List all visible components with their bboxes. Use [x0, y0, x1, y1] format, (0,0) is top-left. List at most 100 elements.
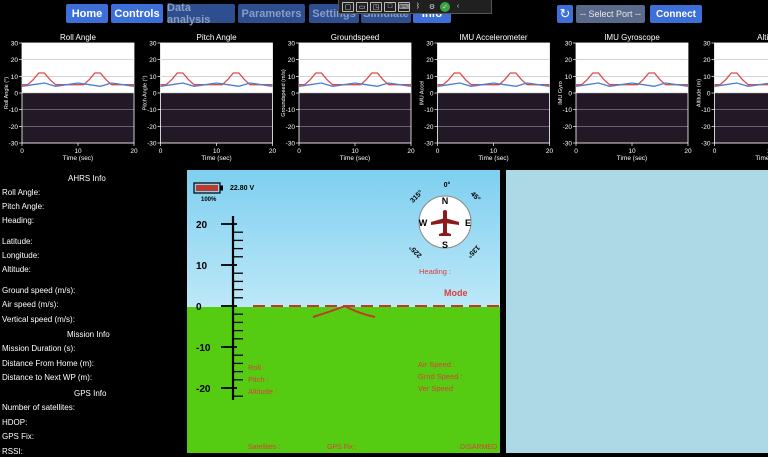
map-panel[interactable] — [506, 170, 768, 453]
y-tick-label: -30 — [147, 141, 157, 148]
y-tick-label: 30 — [426, 41, 434, 48]
y-axis-label: Groundspeed (m/s) — [281, 69, 287, 117]
x-axis-label: Time (sec) — [755, 155, 768, 162]
y-tick-label: 0 — [14, 91, 18, 98]
y-tick-label: -20 — [9, 124, 19, 131]
heading-label: Heading: — [2, 216, 35, 225]
y-tick-label: 10 — [703, 74, 711, 81]
rssi-label: RSSI: — [2, 447, 23, 456]
y-tick-label: 20 — [565, 57, 573, 64]
distance-wp-label: Distance to Next WP (m): — [2, 373, 93, 382]
gear-icon[interactable]: ⚙ — [426, 2, 438, 12]
data-analysis-button[interactable]: Data analysis — [167, 2, 235, 26]
x-tick-label: 20 — [269, 148, 277, 155]
y-tick-label: -20 — [286, 124, 296, 131]
gps-fix-label: GPS Fix: — [2, 432, 35, 441]
hud-canvas: 22.80 V 100% 20100-10-20 N S W E 0° 45° … — [187, 170, 500, 453]
plot-bg-lower — [22, 93, 134, 143]
hud-ver-speed-label: Ver Speed — [418, 384, 453, 393]
plot-3: 3020100-10-20-300 10 20IMU AccelerometerTi… — [420, 33, 554, 162]
hud-heading-label: Heading : — [419, 267, 451, 276]
bluetooth-icon[interactable]: ᛒ — [412, 2, 424, 12]
plot-bg-lower — [299, 93, 411, 143]
cast-icon[interactable]: ◳ — [370, 1, 382, 12]
y-axis-label: IMU Accel — [420, 81, 426, 106]
distance-home-label: Distance From Home (m): — [2, 359, 95, 368]
plot-title: Altitude — [757, 33, 768, 42]
y-tick-label: 20 — [703, 57, 711, 64]
controls-button[interactable]: Controls — [111, 4, 163, 23]
info-panel: AHRS Info Roll Angle: Pitch Angle: Headi… — [0, 168, 186, 457]
gps-info-header: GPS Info — [74, 389, 107, 398]
y-axis-label: IMU Gyro — [558, 81, 564, 105]
plot-title: Groundspeed — [331, 33, 379, 42]
port-select[interactable]: -- Select Port -- — [576, 5, 645, 23]
plot-0: 3020100-10-20-300 10 20Roll AngleTime (sec… — [4, 33, 138, 162]
plot-bg-upper — [299, 43, 411, 93]
plot-1: 3020100-10-20-300 10 20Pitch AngleTime (se… — [143, 33, 277, 162]
chevron-left-icon[interactable]: ‹ — [452, 2, 464, 12]
plot-title: Pitch Angle — [196, 33, 237, 42]
plot-bg-lower — [714, 93, 768, 143]
x-tick-label: 10 — [490, 148, 498, 155]
y-axis-label: Roll Angle (°) — [4, 77, 10, 109]
y-tick-label: 10 — [11, 74, 19, 81]
num-satellites-label: Number of satellites: — [2, 403, 75, 412]
parameters-button[interactable]: Parameters — [238, 4, 305, 23]
y-tick-label: 10 — [565, 74, 573, 81]
x-tick-label: 0 — [436, 148, 440, 155]
y-axis-label: Altitude (m) — [697, 79, 703, 107]
ladder-label: 20 — [196, 220, 208, 231]
x-tick-label: 0 — [297, 148, 301, 155]
x-tick-label: 10 — [213, 148, 221, 155]
y-tick-label: 10 — [149, 74, 157, 81]
x-tick-label: 10 — [74, 148, 82, 155]
longitude-label: Longitude: — [2, 251, 40, 260]
hud-mode-label: Mode — [444, 288, 468, 298]
compass-0: 0° — [444, 181, 451, 189]
home-button[interactable]: Home — [66, 4, 108, 23]
y-tick-label: 0 — [707, 91, 711, 98]
monitor-icon[interactable]: ▭ — [356, 1, 368, 12]
hud-gps-fix-label: GPS Fix : — [327, 444, 357, 451]
y-tick-label: 0 — [291, 91, 295, 98]
y-tick-label: -20 — [563, 124, 573, 131]
plot-bg-lower — [576, 93, 688, 143]
plot-bg-upper — [22, 43, 134, 93]
x-tick-label: 20 — [130, 148, 138, 155]
compass-w: W — [419, 218, 428, 228]
y-tick-label: -30 — [286, 141, 296, 148]
plot-5: 3020100-10-20-3001020AltitudeTime (sec)A… — [697, 33, 768, 162]
ground-speed-label: Ground speed (m/s): — [2, 286, 76, 295]
keyboard-icon[interactable]: ⌨ — [398, 1, 410, 12]
ladder-label: 0 — [196, 302, 202, 313]
hud-roll-label: Roll : — [248, 363, 265, 372]
connect-button[interactable]: Connect — [650, 5, 702, 23]
refresh-icon[interactable]: ↻ — [557, 5, 573, 23]
plot-bg-upper — [160, 43, 273, 93]
y-axis-label: Pitch Angle (°) — [143, 75, 149, 110]
y-tick-label: -30 — [563, 141, 573, 148]
latitude-label: Latitude: — [2, 237, 33, 246]
x-tick-label: 0 — [574, 148, 578, 155]
y-tick-label: -20 — [701, 124, 711, 131]
ladder-label: -10 — [196, 343, 211, 354]
window-icon[interactable]: ▢ — [342, 1, 354, 12]
vertical-speed-label: Vertical speed (m/s): — [2, 315, 75, 324]
plot-title: Roll Angle — [60, 33, 97, 42]
x-axis-label: Time (sec) — [201, 155, 231, 162]
square-icon[interactable]: □ — [384, 1, 396, 12]
x-tick-label: 0 — [20, 148, 24, 155]
battery-percent: 100% — [201, 197, 217, 203]
attitude-hud: 22.80 V 100% 20 10 0 -10 -20 N S W E 0° 45° … — [187, 170, 500, 453]
hud-satellites-label: Satellites : — [248, 444, 280, 451]
x-tick-label: 10 — [351, 148, 359, 155]
top-toolbar: Home Controls Data analysis Parameters S… — [0, 0, 768, 28]
mission-info-header: Mission Info — [67, 330, 110, 339]
ahrs-info-header: AHRS Info — [68, 174, 106, 183]
x-tick-label: 10 — [628, 148, 636, 155]
y-tick-label: 0 — [430, 91, 434, 98]
check-icon[interactable]: ✓ — [440, 1, 450, 12]
plot-bg-upper — [576, 43, 688, 93]
y-tick-label: -10 — [286, 107, 296, 114]
